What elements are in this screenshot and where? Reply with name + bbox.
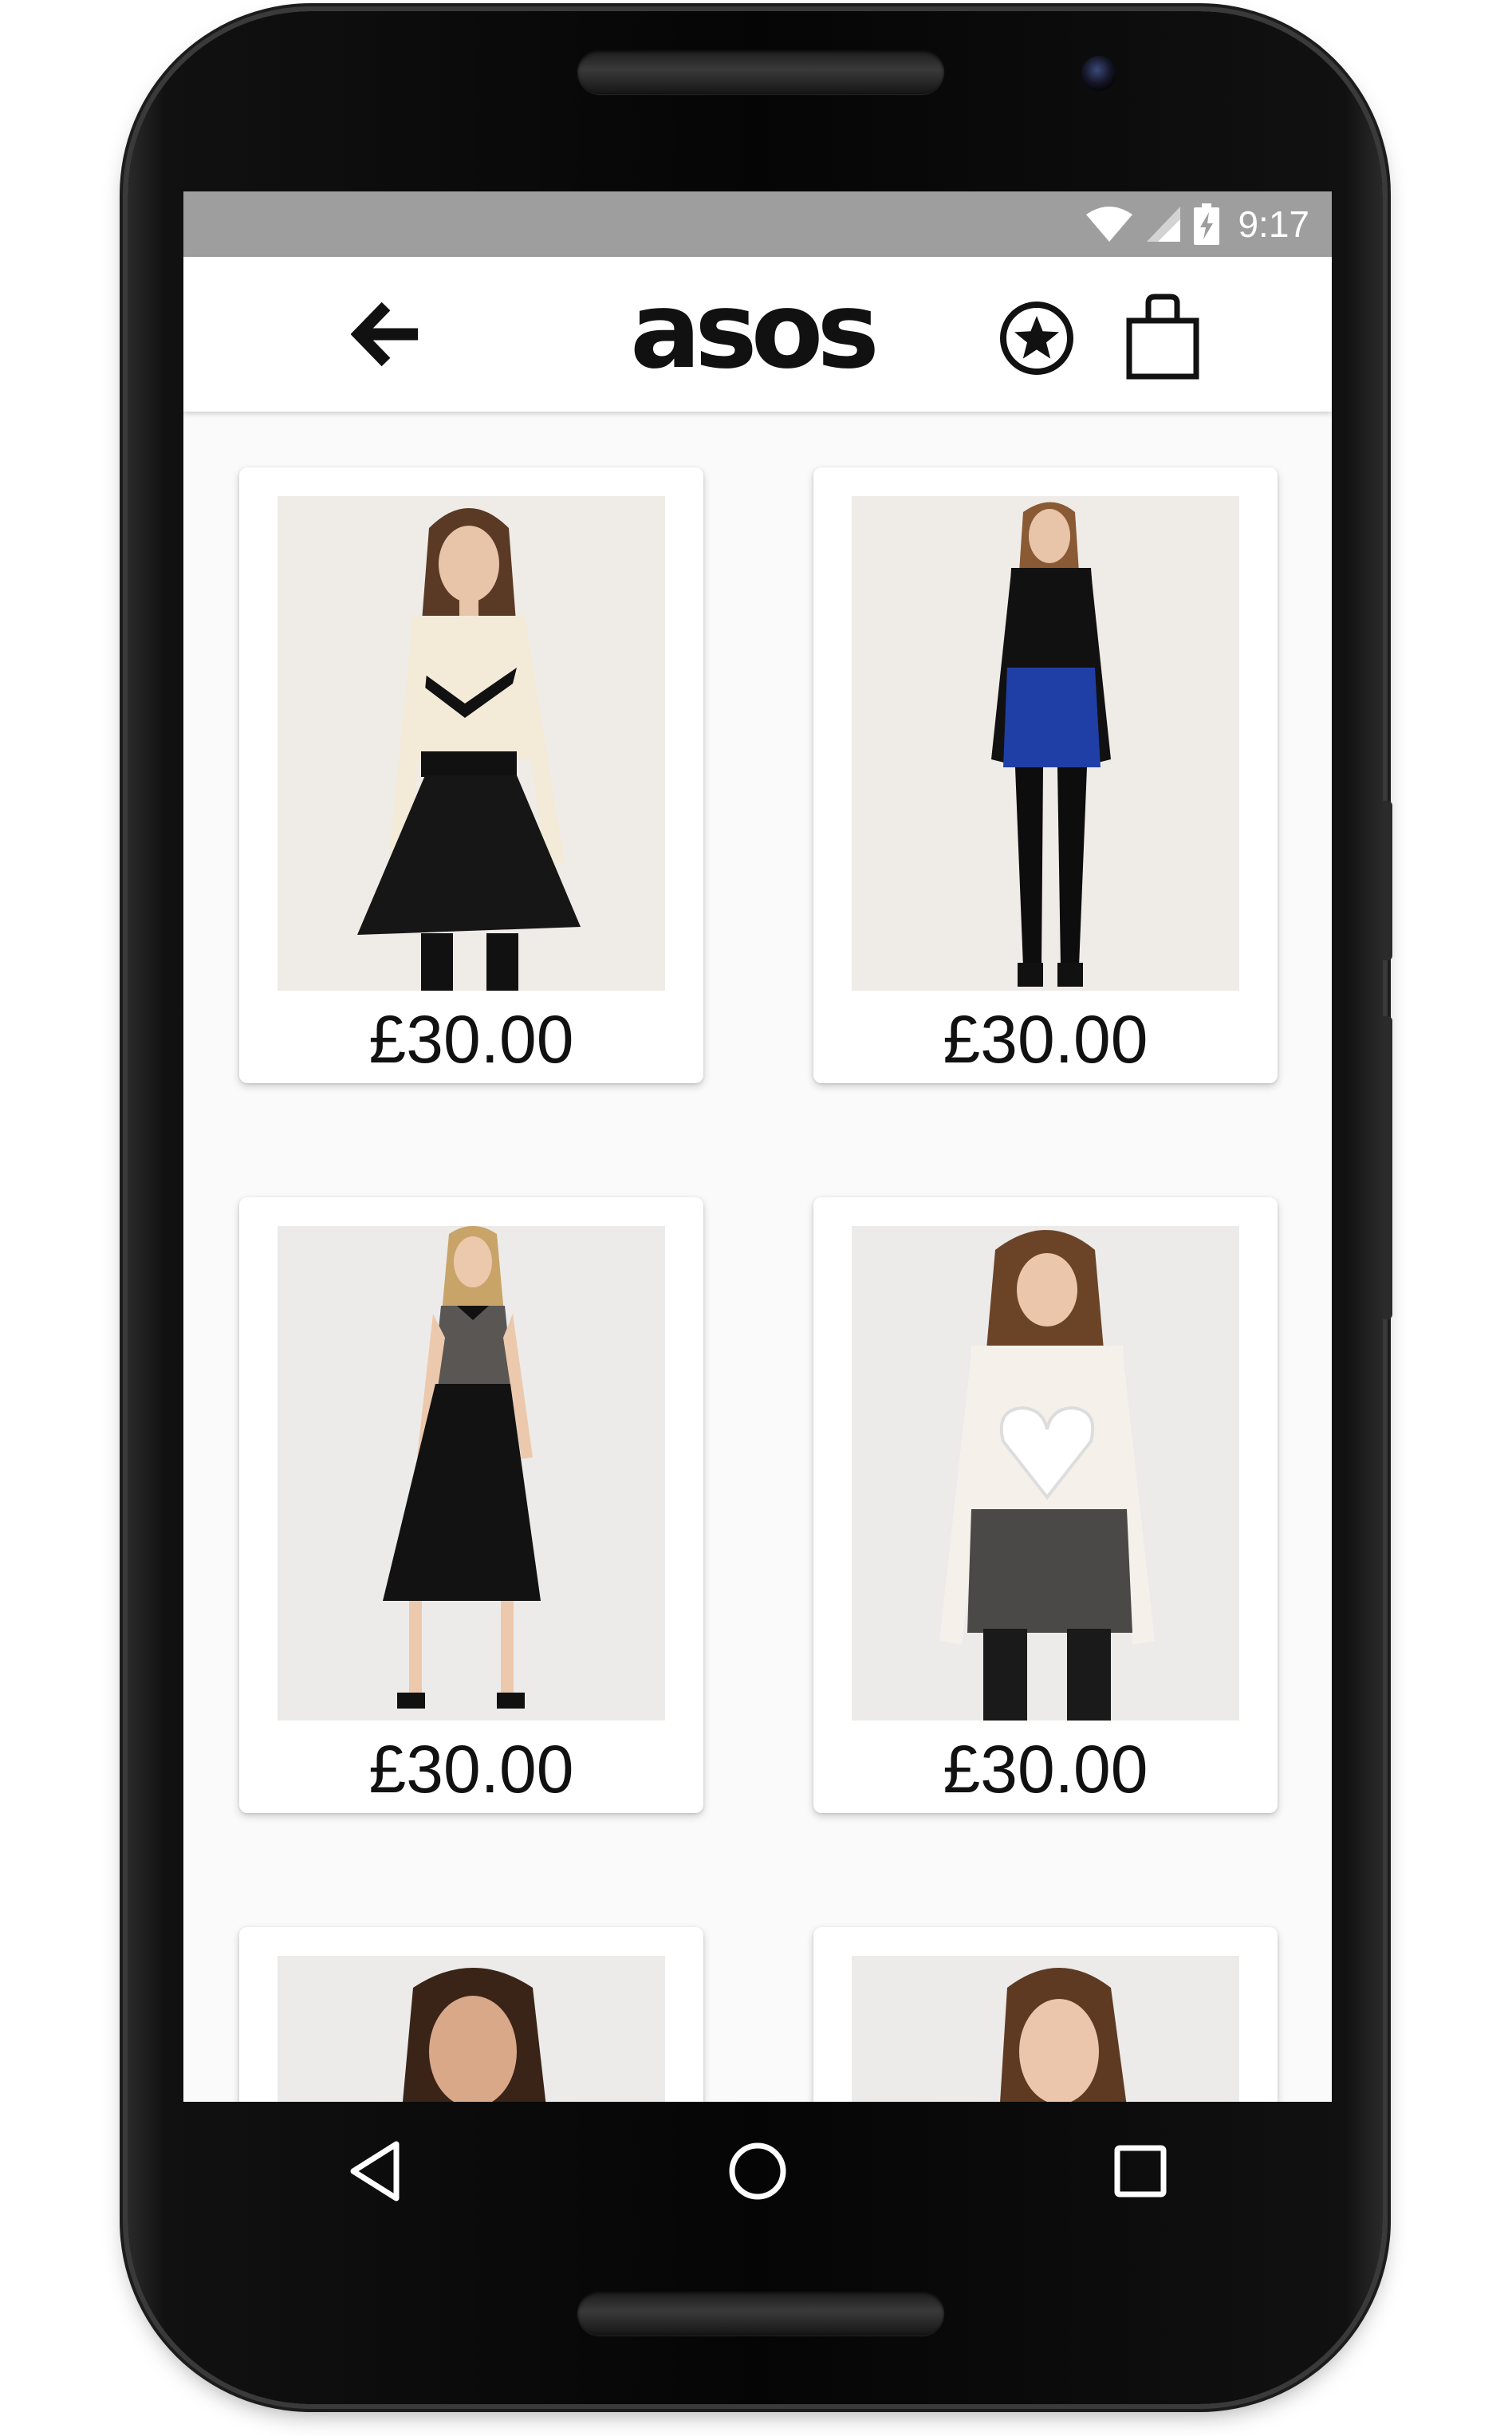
status-icons: 9:17 [1085,191,1309,257]
wifi-icon [1086,207,1133,242]
product-image [278,1956,665,2102]
star-circle-icon [1000,302,1073,375]
battery-charging-icon [1194,203,1220,245]
product-image [852,1226,1239,1721]
cell-signal-icon [1147,207,1181,242]
power-button [1383,801,1392,960]
product-image [278,496,665,991]
status-bar: 9:17 [183,191,1332,257]
shopping-bag-button[interactable] [1124,294,1201,380]
back-triangle-icon [350,2141,400,2201]
nav-home-button[interactable] [710,2123,805,2219]
product-card[interactable]: £30.00 [239,1197,703,1813]
product-price: £30.00 [368,1732,574,1807]
volume-rocker [1383,1016,1392,1319]
product-grid: £30.00 £30.00 £30.00 £30.00 [183,412,1332,2102]
app-bar: asos [183,257,1332,412]
product-price: £30.00 [943,1002,1148,1077]
home-circle-icon [729,2142,786,2200]
back-button[interactable] [350,298,423,370]
status-time: 9:17 [1238,203,1309,245]
product-card[interactable]: £30.00 [813,467,1278,1083]
product-card[interactable] [239,1927,703,2102]
product-image [278,1226,665,1721]
shopping-bag-icon [1126,294,1199,380]
product-image [852,1956,1239,2102]
product-image [852,496,1239,991]
front-camera [1081,56,1116,91]
back-arrow-icon [350,302,418,367]
product-price: £30.00 [368,1002,574,1077]
recents-square-icon [1114,2145,1167,2198]
top-speaker-grille [577,49,944,94]
nav-back-button[interactable] [327,2123,423,2219]
bottom-speaker-grille [577,2291,944,2335]
product-card[interactable] [813,1927,1278,2102]
product-card[interactable]: £30.00 [239,467,703,1083]
asos-logo: asos [630,270,893,392]
app-screen: 9:17 asos £30.00 £30.00 £30.00 £30.00 [183,191,1332,2102]
logo-text: asos [630,270,880,392]
product-card[interactable]: £30.00 [813,1197,1278,1813]
product-price: £30.00 [943,1732,1148,1807]
saved-items-button[interactable] [997,298,1077,378]
navigation-bar [183,2102,1332,2241]
nav-recents-button[interactable] [1093,2123,1188,2219]
